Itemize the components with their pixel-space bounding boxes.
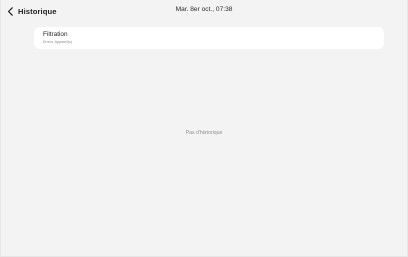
history-screen: Historique Mar. 8er oct., 07:38 Filtrati… [0,0,408,257]
date-time: Mar. 8er oct., 07:38 [175,6,233,13]
empty-history-message: Pas d'historique [185,130,223,136]
header: Historique Mar. 8er oct., 07:38 [1,0,407,22]
card-subtitle: Erreur, Appareil(s) [43,40,72,44]
filtration-card[interactable]: Filtration Erreur, Appareil(s) [34,27,384,49]
card-title: Filtration [43,31,68,38]
